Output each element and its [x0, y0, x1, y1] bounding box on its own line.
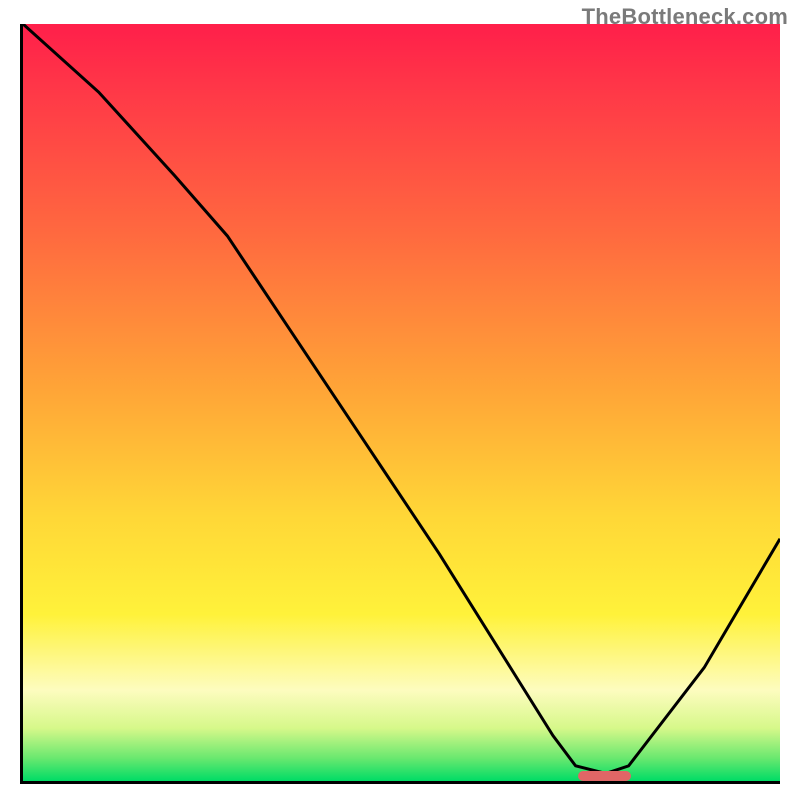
- watermark-text: TheBottleneck.com: [582, 4, 788, 30]
- plot-area: [20, 24, 780, 784]
- chart-container: TheBottleneck.com: [0, 0, 800, 800]
- optimal-range-marker: [578, 771, 631, 781]
- bottleneck-curve: [23, 24, 780, 781]
- curve-path: [23, 24, 780, 773]
